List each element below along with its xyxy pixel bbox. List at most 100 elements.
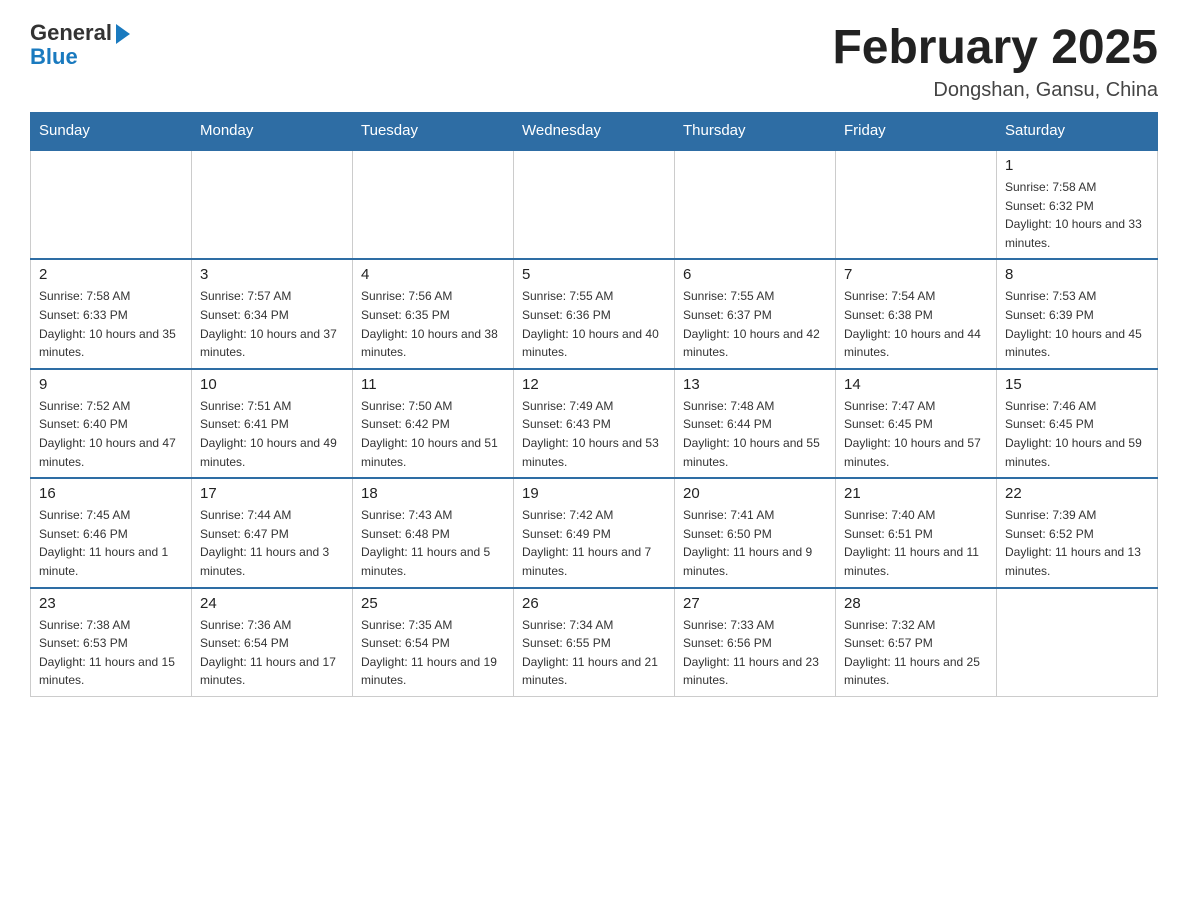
calendar-cell: 28Sunrise: 7:32 AM Sunset: 6:57 PM Dayli…: [836, 588, 997, 697]
calendar-cell: 23 Sunrise: 7:38 AM Sunset: 6:53 PM Dayli…: [31, 588, 192, 697]
calendar-cell: 8 Sunrise: 7:53 AM Sunset: 6:39 PM Daylig…: [997, 259, 1158, 368]
day-info: Sunrise: 7:44 AM Sunset: 6:47 PM Dayligh…: [200, 506, 344, 580]
day-info: Sunrise: 7:48 AM Sunset: 6:44 PM Dayligh…: [683, 397, 827, 471]
calendar-week-row: 1 Sunrise: 7:58 AM Sunset: 6:32 PM Daylig…: [31, 150, 1158, 259]
day-number: 18: [361, 485, 505, 502]
day-number: 12: [522, 376, 666, 393]
day-info: Sunrise: 7:38 AM Sunset: 6:53 PM Dayligh…: [39, 616, 183, 690]
calendar-cell: 11 Sunrise: 7:50 AM Sunset: 6:42 PM Dayli…: [353, 369, 514, 478]
calendar-week-row: 9 Sunrise: 7:52 AM Sunset: 6:40 PM Daylig…: [31, 369, 1158, 478]
day-number: 9: [39, 376, 183, 393]
location-title: Dongshan, Gansu, China: [832, 79, 1158, 102]
day-info: Sunrise: 7:47 AM Sunset: 6:45 PM Dayligh…: [844, 397, 988, 471]
calendar-cell: 17 Sunrise: 7:44 AM Sunset: 6:47 PM Dayli…: [192, 478, 353, 587]
calendar-cell: 5Sunrise: 7:55 AM Sunset: 6:36 PM Daylig…: [514, 259, 675, 368]
title-section: February 2025 Dongshan, Gansu, China: [832, 20, 1158, 102]
day-info: Sunrise: 7:36 AM Sunset: 6:54 PM Dayligh…: [200, 616, 344, 690]
day-number: 17: [200, 485, 344, 502]
calendar-cell: [514, 150, 675, 259]
day-info: Sunrise: 7:56 AM Sunset: 6:35 PM Dayligh…: [361, 287, 505, 361]
calendar-cell: 20 Sunrise: 7:41 AM Sunset: 6:50 PM Dayli…: [675, 478, 836, 587]
logo-general-text: General: [30, 20, 112, 46]
calendar-cell: 10 Sunrise: 7:51 AM Sunset: 6:41 PM Dayli…: [192, 369, 353, 478]
day-info: Sunrise: 7:58 AM Sunset: 6:32 PM Dayligh…: [1005, 178, 1149, 252]
day-info: Sunrise: 7:43 AM Sunset: 6:48 PM Dayligh…: [361, 506, 505, 580]
day-info: Sunrise: 7:46 AM Sunset: 6:45 PM Dayligh…: [1005, 397, 1149, 471]
day-number: 2: [39, 266, 183, 283]
day-info: Sunrise: 7:42 AM Sunset: 6:49 PM Dayligh…: [522, 506, 666, 580]
weekday-header-friday: Friday: [836, 112, 997, 150]
day-info: Sunrise: 7:50 AM Sunset: 6:42 PM Dayligh…: [361, 397, 505, 471]
day-info: Sunrise: 7:54 AM Sunset: 6:38 PM Dayligh…: [844, 287, 988, 361]
day-info: Sunrise: 7:33 AM Sunset: 6:56 PM Dayligh…: [683, 616, 827, 690]
calendar-cell: 24 Sunrise: 7:36 AM Sunset: 6:54 PM Dayli…: [192, 588, 353, 697]
day-info: Sunrise: 7:52 AM Sunset: 6:40 PM Dayligh…: [39, 397, 183, 471]
day-number: 8: [1005, 266, 1149, 283]
calendar-cell: [675, 150, 836, 259]
calendar-cell: 26 Sunrise: 7:34 AM Sunset: 6:55 PM Dayli…: [514, 588, 675, 697]
calendar-cell: 22 Sunrise: 7:39 AM Sunset: 6:52 PM Dayli…: [997, 478, 1158, 587]
weekday-header-wednesday: Wednesday: [514, 112, 675, 150]
weekday-header-thursday: Thursday: [675, 112, 836, 150]
day-info: Sunrise: 7:57 AM Sunset: 6:34 PM Dayligh…: [200, 287, 344, 361]
day-info: Sunrise: 7:53 AM Sunset: 6:39 PM Dayligh…: [1005, 287, 1149, 361]
weekday-header-sunday: Sunday: [31, 112, 192, 150]
calendar-cell: [192, 150, 353, 259]
day-number: 24: [200, 595, 344, 612]
day-number: 23: [39, 595, 183, 612]
calendar-week-row: 16Sunrise: 7:45 AM Sunset: 6:46 PM Dayli…: [31, 478, 1158, 587]
day-number: 3: [200, 266, 344, 283]
month-title: February 2025: [832, 20, 1158, 75]
day-number: 7: [844, 266, 988, 283]
day-number: 22: [1005, 485, 1149, 502]
day-info: Sunrise: 7:55 AM Sunset: 6:37 PM Dayligh…: [683, 287, 827, 361]
day-info: Sunrise: 7:58 AM Sunset: 6:33 PM Dayligh…: [39, 287, 183, 361]
calendar-cell: 15 Sunrise: 7:46 AM Sunset: 6:45 PM Dayli…: [997, 369, 1158, 478]
day-info: Sunrise: 7:39 AM Sunset: 6:52 PM Dayligh…: [1005, 506, 1149, 580]
day-number: 10: [200, 376, 344, 393]
day-number: 6: [683, 266, 827, 283]
day-number: 27: [683, 595, 827, 612]
day-number: 20: [683, 485, 827, 502]
calendar-cell: 3 Sunrise: 7:57 AM Sunset: 6:34 PM Daylig…: [192, 259, 353, 368]
weekday-header-monday: Monday: [192, 112, 353, 150]
calendar-week-row: 2 Sunrise: 7:58 AM Sunset: 6:33 PM Daylig…: [31, 259, 1158, 368]
calendar-cell: 6 Sunrise: 7:55 AM Sunset: 6:37 PM Daylig…: [675, 259, 836, 368]
day-number: 25: [361, 595, 505, 612]
day-number: 4: [361, 266, 505, 283]
day-number: 19: [522, 485, 666, 502]
calendar-cell: 25Sunrise: 7:35 AM Sunset: 6:54 PM Dayli…: [353, 588, 514, 697]
calendar-table: SundayMondayTuesdayWednesdayThursdayFrid…: [30, 112, 1158, 697]
day-number: 21: [844, 485, 988, 502]
weekday-header-tuesday: Tuesday: [353, 112, 514, 150]
logo-blue-text: Blue: [30, 44, 78, 70]
calendar-cell: 13 Sunrise: 7:48 AM Sunset: 6:44 PM Dayli…: [675, 369, 836, 478]
day-number: 11: [361, 376, 505, 393]
calendar-cell: 7 Sunrise: 7:54 AM Sunset: 6:38 PM Daylig…: [836, 259, 997, 368]
calendar-cell: 9 Sunrise: 7:52 AM Sunset: 6:40 PM Daylig…: [31, 369, 192, 478]
calendar-cell: 2 Sunrise: 7:58 AM Sunset: 6:33 PM Daylig…: [31, 259, 192, 368]
logo-arrow-icon: [116, 24, 130, 44]
day-number: 15: [1005, 376, 1149, 393]
calendar-cell: 27 Sunrise: 7:33 AM Sunset: 6:56 PM Dayli…: [675, 588, 836, 697]
weekday-header-row: SundayMondayTuesdayWednesdayThursdayFrid…: [31, 112, 1158, 150]
calendar-cell: 1 Sunrise: 7:58 AM Sunset: 6:32 PM Daylig…: [997, 150, 1158, 259]
calendar-cell: 4 Sunrise: 7:56 AM Sunset: 6:35 PM Daylig…: [353, 259, 514, 368]
page-header: General Blue February 2025 Dongshan, Gan…: [30, 20, 1158, 102]
logo: General Blue: [30, 20, 130, 70]
day-info: Sunrise: 7:41 AM Sunset: 6:50 PM Dayligh…: [683, 506, 827, 580]
day-number: 13: [683, 376, 827, 393]
calendar-cell: [31, 150, 192, 259]
day-number: 16: [39, 485, 183, 502]
calendar-cell: 21 Sunrise: 7:40 AM Sunset: 6:51 PM Dayli…: [836, 478, 997, 587]
calendar-week-row: 23 Sunrise: 7:38 AM Sunset: 6:53 PM Dayli…: [31, 588, 1158, 697]
day-number: 28: [844, 595, 988, 612]
day-number: 26: [522, 595, 666, 612]
day-info: Sunrise: 7:40 AM Sunset: 6:51 PM Dayligh…: [844, 506, 988, 580]
calendar-cell: 16Sunrise: 7:45 AM Sunset: 6:46 PM Dayli…: [31, 478, 192, 587]
calendar-cell: [836, 150, 997, 259]
day-info: Sunrise: 7:55 AM Sunset: 6:36 PM Dayligh…: [522, 287, 666, 361]
day-info: Sunrise: 7:34 AM Sunset: 6:55 PM Dayligh…: [522, 616, 666, 690]
day-info: Sunrise: 7:51 AM Sunset: 6:41 PM Dayligh…: [200, 397, 344, 471]
day-number: 1: [1005, 157, 1149, 174]
